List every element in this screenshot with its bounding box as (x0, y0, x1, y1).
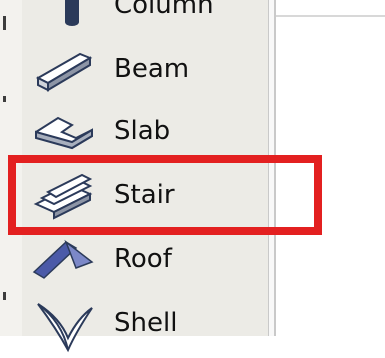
beam-icon (32, 38, 98, 100)
menu-item-slab[interactable]: Slab (22, 100, 268, 162)
menu-item-roof[interactable]: Roof (22, 228, 268, 290)
menu-item-label: Shell (114, 308, 178, 338)
edge-mark (3, 16, 6, 30)
roof-icon (32, 228, 98, 290)
column-icon (32, 0, 98, 36)
menu-item-label: Slab (114, 116, 171, 146)
shell-icon (32, 292, 98, 354)
edge-mark (3, 292, 6, 300)
menu-item-label: Roof (114, 244, 172, 274)
edge-mark (3, 96, 6, 102)
slab-icon (32, 100, 98, 162)
menu-item-label: Column (114, 0, 214, 20)
menu-item-column[interactable]: Column (22, 0, 268, 36)
menu-item-beam[interactable]: Beam (22, 38, 268, 100)
canvas-top-edge (276, 15, 385, 17)
menu-item-shell[interactable]: Shell (22, 292, 268, 354)
highlight-box (8, 155, 322, 235)
menu-item-label: Beam (114, 54, 190, 84)
